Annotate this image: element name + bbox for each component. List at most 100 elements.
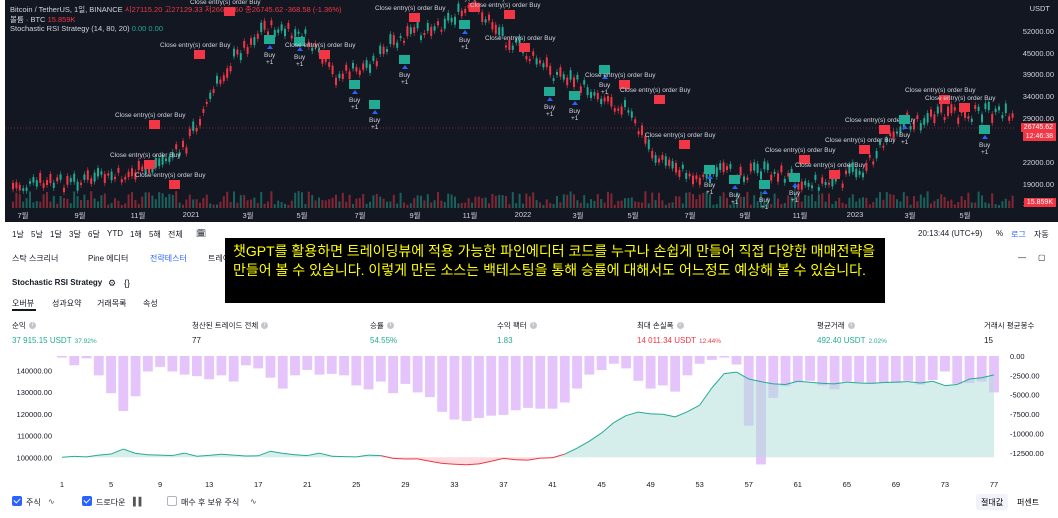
log-toggle[interactable]: 로그	[1011, 229, 1026, 240]
tab-properties[interactable]: 속성	[143, 298, 158, 309]
range-1y[interactable]: 1해	[130, 229, 142, 240]
tab-overview[interactable]: 오버뷰	[12, 298, 34, 309]
drawdown-legend-label: 드로다운	[96, 498, 126, 507]
time-axis[interactable]: 7월 9월 11월 2021 3월 5월 7월 9월 11월 2022 3월 5월 7월 9월 11월 202…	[5, 208, 1014, 222]
range-5d[interactable]: 5날	[31, 229, 43, 240]
equity-chart[interactable]: 140000.00 130000.00 120000.00 110000.00 1000…	[0, 348, 1058, 494]
volume-bar	[906, 196, 909, 208]
candle-body	[90, 178, 93, 184]
drawdown-bar	[927, 356, 938, 381]
candle-body	[872, 161, 875, 165]
tab-strategy-tester[interactable]: 전략테스터	[150, 253, 187, 264]
price-axis[interactable]: 52000.00 45000.00 39000.00 34000.00 29000.00…	[1014, 0, 1058, 208]
drawdown-bar	[69, 356, 80, 366]
strategy-name[interactable]: Stochastic RSI Strategy	[12, 278, 102, 287]
volume-bar	[148, 192, 150, 208]
equity-line-segment	[393, 457, 406, 460]
volume-bar	[331, 197, 334, 208]
info-icon[interactable]: i	[261, 322, 269, 329]
candle-body	[222, 75, 225, 82]
info-icon[interactable]: i	[529, 322, 537, 329]
buy-arrow	[732, 185, 738, 189]
candle-body	[933, 114, 936, 123]
buy-hold-checkbox[interactable]	[167, 496, 177, 506]
candle-body	[573, 77, 575, 87]
buy-qty-label: +1	[791, 197, 799, 204]
candle-body	[488, 14, 490, 21]
range-ytd[interactable]: YTD	[107, 229, 123, 238]
range-5y[interactable]: 5해	[149, 229, 161, 240]
time-tick: 11월	[462, 211, 478, 220]
clock-time[interactable]: 20:13:44 (UTC+9)	[918, 229, 982, 238]
percent-button[interactable]: 퍼센트	[1012, 494, 1044, 510]
buy-arrow	[352, 90, 358, 94]
tab-pine-editor[interactable]: Pine 에디터	[88, 253, 128, 264]
info-icon[interactable]: i	[847, 322, 855, 329]
x-axis-tick: 33	[450, 480, 458, 489]
candle-body	[528, 58, 531, 61]
volume-bar	[862, 197, 864, 208]
candle-body	[93, 172, 96, 182]
absolute-button[interactable]: 절대값	[976, 494, 1009, 510]
equity-checkbox[interactable]	[12, 496, 22, 506]
info-icon[interactable]: i	[28, 322, 36, 329]
volume-bar	[83, 194, 86, 208]
volume-bar	[627, 198, 630, 208]
drawdown-bar	[572, 356, 582, 389]
range-all[interactable]: 전체	[168, 229, 183, 240]
buy-order-label: Buy	[349, 97, 361, 104]
range-3m[interactable]: 3달	[69, 229, 81, 240]
active-tab-underline	[12, 309, 36, 311]
candle-body	[117, 167, 120, 173]
drawdown-bar	[633, 356, 644, 381]
source-code-icon[interactable]: {}	[124, 278, 130, 288]
volume-bar	[321, 200, 324, 208]
volume-bar	[610, 193, 613, 208]
volume-bar	[117, 200, 120, 208]
settings-icon[interactable]: ⚙	[108, 278, 116, 289]
minimize-panel-icon[interactable]: —	[1018, 253, 1026, 262]
calendar-icon[interactable]: 🗓	[196, 229, 206, 238]
time-tick: 2022	[514, 210, 532, 219]
info-icon[interactable]: i	[676, 322, 684, 329]
range-6m[interactable]: 6달	[88, 229, 100, 240]
volume-bar	[25, 198, 28, 208]
candle-body	[726, 166, 728, 170]
tab-screener[interactable]: 스탁 스크리너	[12, 253, 58, 264]
volume-bar	[678, 196, 681, 208]
volume-bar	[617, 200, 620, 208]
candlestick-canvas[interactable]: Close entry(s) order BuyClose entry(s) o…	[5, 0, 1058, 222]
volume-bar	[494, 195, 497, 208]
auto-toggle[interactable]: 자동	[1034, 229, 1049, 240]
candle-body	[773, 171, 776, 174]
volume-bar	[175, 191, 178, 208]
volume-bar	[773, 193, 776, 208]
drawdown-checkbox[interactable]	[82, 496, 92, 506]
range-1m[interactable]: 1달	[50, 229, 62, 240]
candle-body	[450, 17, 453, 23]
buy-arrow	[462, 30, 468, 34]
stat-value-text: 77	[192, 336, 201, 345]
price-chart[interactable]: Close entry(s) order Buy Close entry(s) o…	[5, 0, 1058, 222]
candle-body	[59, 174, 62, 180]
tab-trades[interactable]: 거래목록	[97, 298, 126, 309]
price-tick: 19000.00	[1022, 180, 1054, 189]
info-icon[interactable]: i	[386, 322, 394, 329]
maximize-panel-icon[interactable]: ▢	[1038, 253, 1046, 262]
candle-body	[943, 117, 946, 121]
candle-body	[440, 29, 443, 32]
candle-body	[348, 71, 351, 80]
volume-bar	[950, 199, 953, 208]
candle-body	[212, 89, 215, 93]
volume-value: 15.859K	[47, 15, 76, 24]
drawdown-bar	[608, 356, 619, 364]
candle-body	[671, 161, 674, 169]
candle-body	[22, 188, 25, 191]
candle-body	[923, 118, 926, 125]
range-1d[interactable]: 1날	[12, 229, 24, 240]
percent-toggle[interactable]: %	[996, 229, 1003, 238]
tab-performance[interactable]: 성과요약	[52, 298, 81, 309]
candle-body	[120, 179, 123, 183]
buy-order-label: Buy	[294, 54, 306, 61]
volume-bar	[675, 196, 677, 208]
